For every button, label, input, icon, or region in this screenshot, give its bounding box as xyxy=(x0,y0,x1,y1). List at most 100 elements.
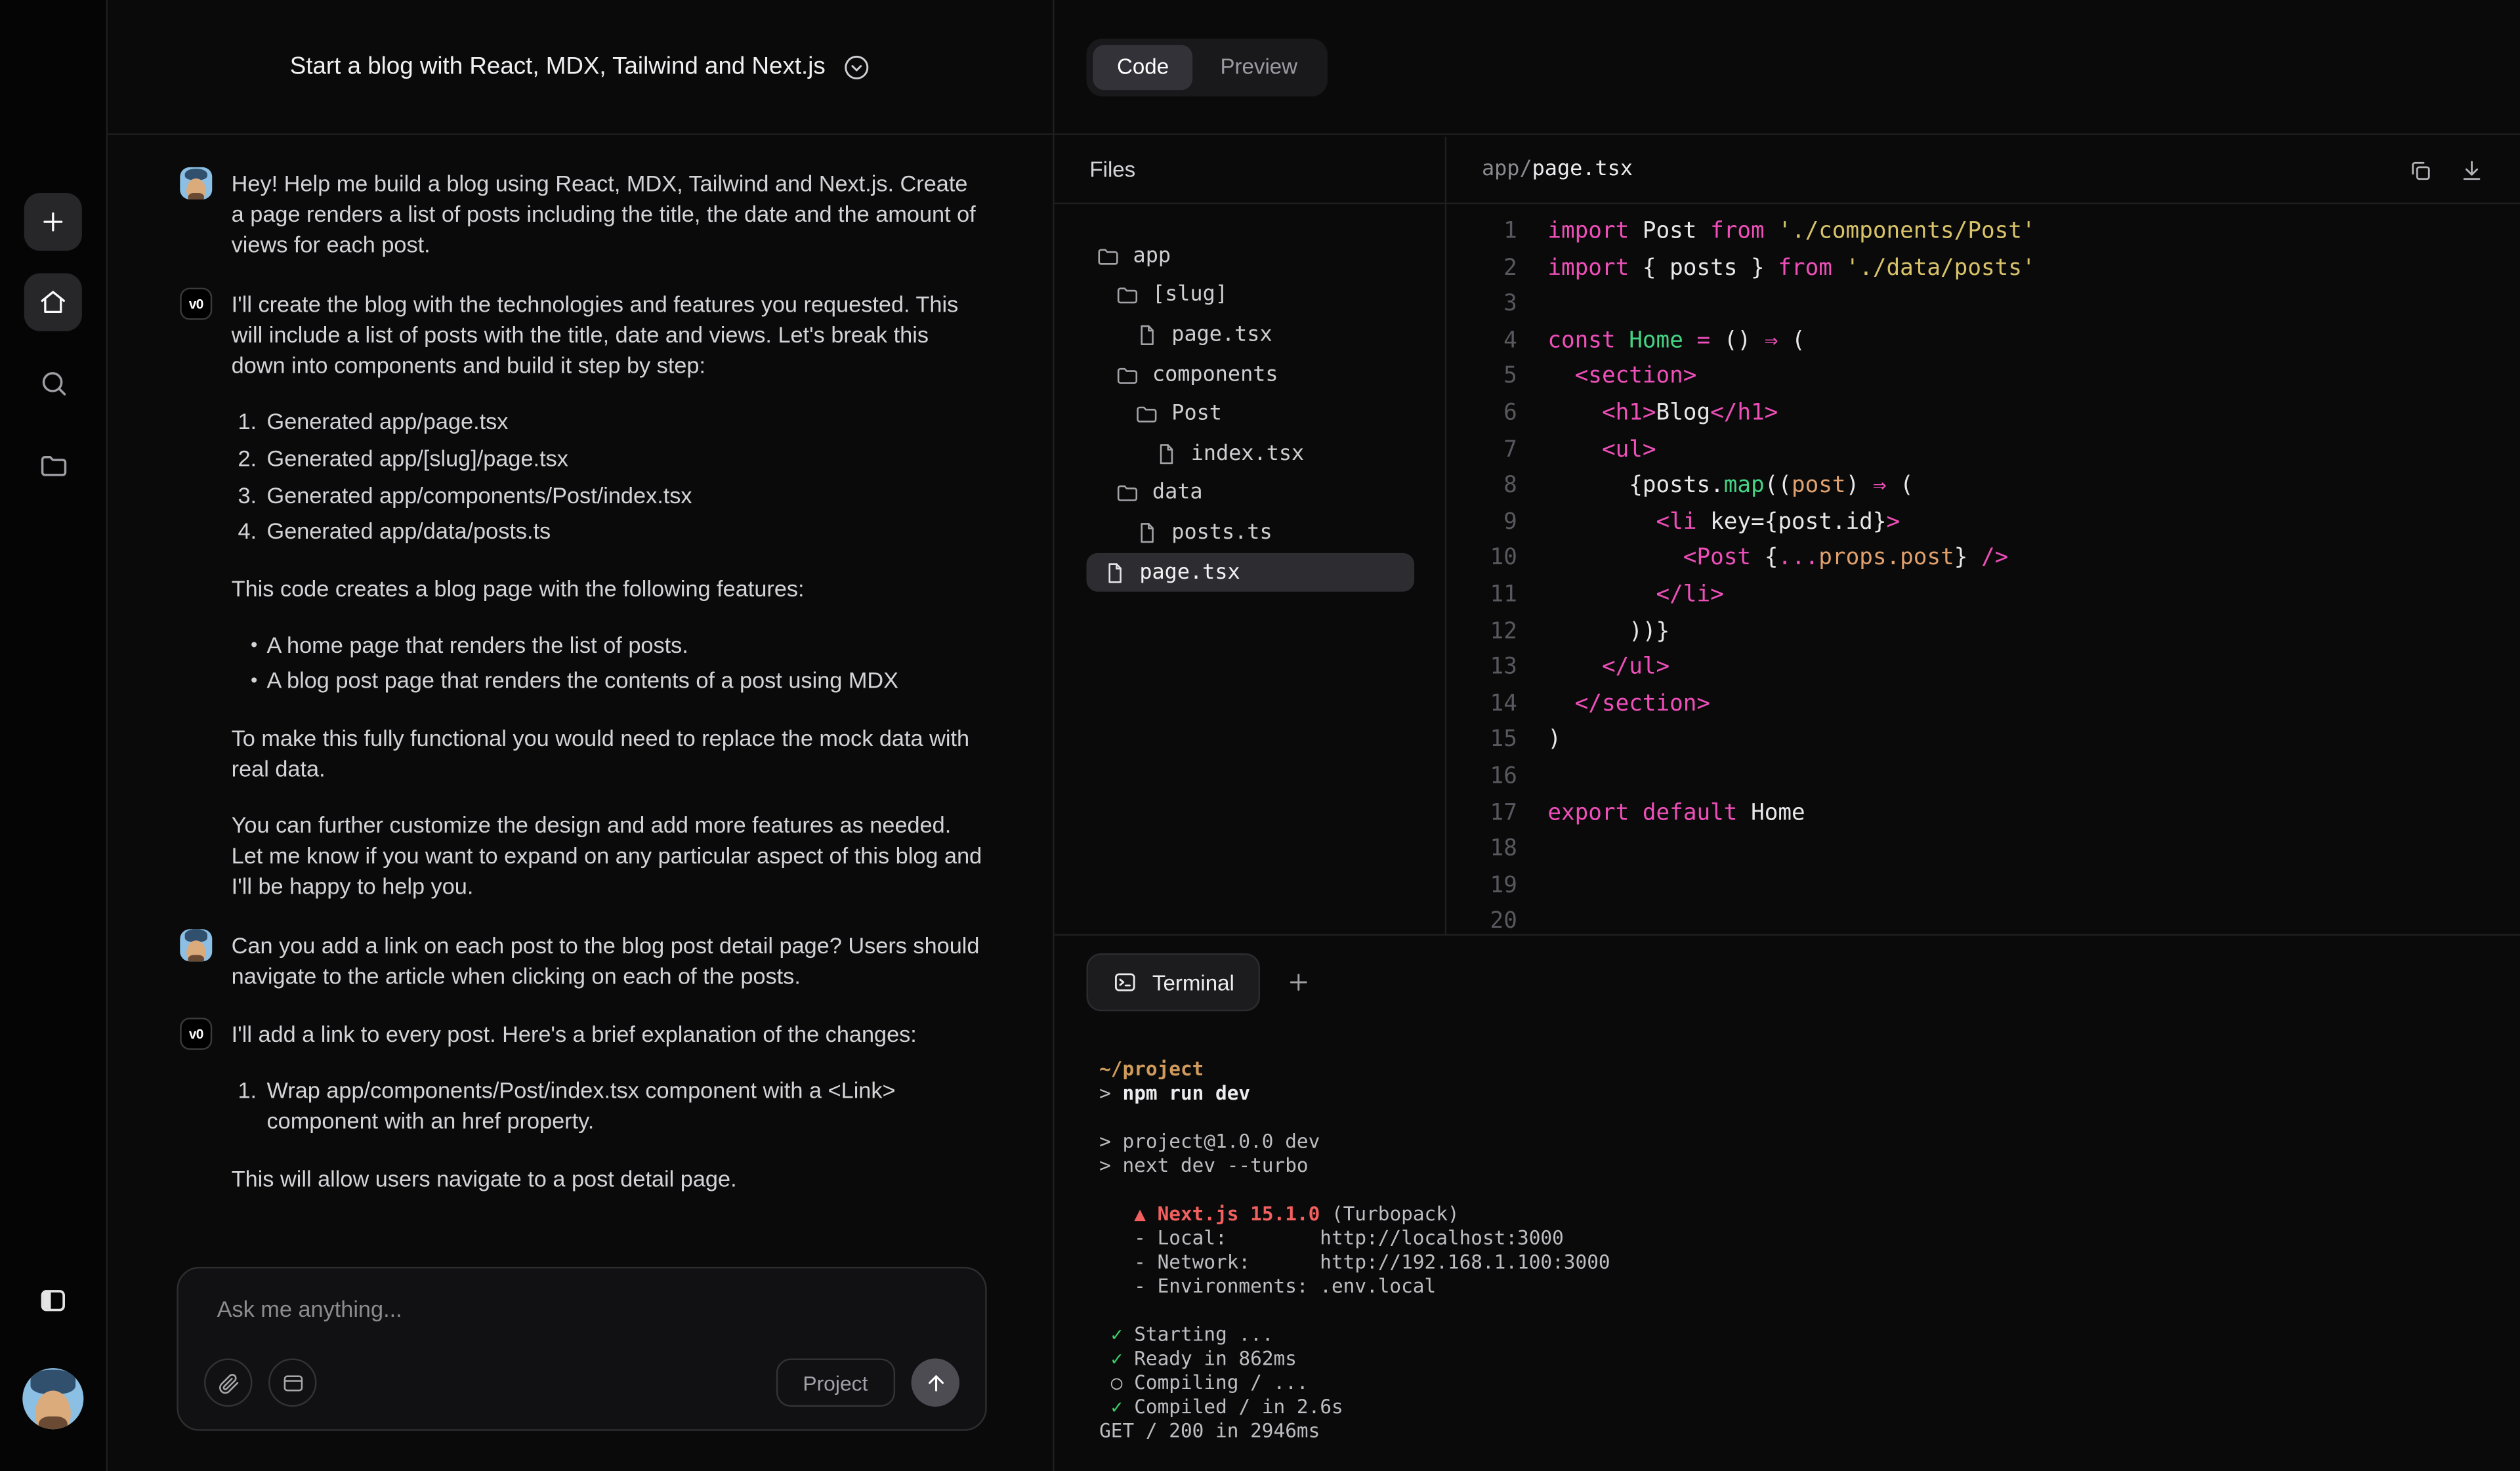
line-content xyxy=(1547,831,1561,867)
file-path-dir: app/ xyxy=(1482,157,1532,182)
sidebar-bottom xyxy=(22,1272,83,1471)
composer-toolbar: Project xyxy=(204,1358,959,1407)
message-content: I'll add a link to every post. Here's a … xyxy=(232,1018,986,1220)
chevron-down-circle-icon xyxy=(841,52,870,81)
ordered-list: 1.Wrap app/components/Post/index.tsx com… xyxy=(232,1076,986,1138)
code-line: 2import { posts } from './data/posts' xyxy=(1446,250,2520,286)
attach-file-button[interactable] xyxy=(204,1358,252,1407)
terminal-line: - Environments: .env.local xyxy=(1099,1275,2520,1299)
file-name: Post xyxy=(1171,402,1222,426)
chat-panel: Start a blog with React, MDX, Tailwind a… xyxy=(108,0,1054,1471)
send-message-button[interactable] xyxy=(912,1358,959,1407)
file-name: data xyxy=(1152,482,1203,506)
file-tree-item[interactable]: [slug] xyxy=(1087,276,1415,315)
code-line: 10 <Post {...props.post} /> xyxy=(1446,541,2520,577)
code-view: 1import Post from './components/Post'2im… xyxy=(1446,204,2520,932)
chat-message: v0I'll add a link to every post. Here's … xyxy=(180,1018,985,1220)
file-name: posts.ts xyxy=(1171,521,1272,545)
code-line: 20 xyxy=(1446,904,2520,932)
code-line: 17export default Home xyxy=(1446,795,2520,831)
copy-code-button[interactable] xyxy=(2408,157,2433,182)
page-scaler: Start a blog with React, MDX, Tailwind a… xyxy=(0,0,2520,1471)
code-line: 16 xyxy=(1446,758,2520,795)
paperclip-icon xyxy=(216,1371,240,1395)
line-content: const Home = () ⇒ ( xyxy=(1547,323,1805,359)
folder-icon xyxy=(1116,363,1140,387)
list-item: 1.Generated app/page.tsx xyxy=(232,407,986,438)
line-number: 19 xyxy=(1446,867,1517,903)
line-number: 17 xyxy=(1446,795,1517,831)
list-item-text: A home page that renders the list of pos… xyxy=(267,630,986,661)
terminal-output: ~/project> npm run dev > project@1.0.0 d… xyxy=(1055,1029,2520,1443)
panel-toggle-button[interactable] xyxy=(24,1272,82,1329)
message-paragraph: I'll add a link to every post. Here's a … xyxy=(232,1020,986,1050)
file-icon xyxy=(1135,521,1159,545)
terminal-line: > project@1.0.0 dev xyxy=(1099,1130,2520,1155)
chat-message: Hey! Help me build a blog using React, M… xyxy=(180,167,985,287)
list-item-text: Generated app/components/Post/index.tsx xyxy=(267,480,986,511)
line-content xyxy=(1547,867,1561,903)
line-content: import { posts } from './data/posts' xyxy=(1547,250,2035,286)
list-marker: 4. xyxy=(238,516,266,547)
file-tree-item[interactable]: Post xyxy=(1087,394,1415,434)
file-tree-item[interactable]: data xyxy=(1087,474,1415,513)
message-paragraph: This code creates a blog page with the f… xyxy=(232,573,986,604)
line-content: <ul> xyxy=(1547,432,1656,468)
file-tree-item[interactable]: page.tsx xyxy=(1087,316,1415,355)
tab-preview[interactable]: Preview xyxy=(1196,44,1322,89)
terminal-line: - Local: http://localhost:3000 xyxy=(1099,1227,2520,1251)
code-line: 18 xyxy=(1446,831,2520,867)
v0-app: Start a blog with React, MDX, Tailwind a… xyxy=(0,0,2520,1471)
file-tree-item[interactable]: app xyxy=(1087,236,1415,276)
new-terminal-button[interactable] xyxy=(1276,960,1322,1005)
file-icon xyxy=(1154,442,1178,466)
line-number: 7 xyxy=(1446,432,1517,468)
file-tree-item[interactable]: components xyxy=(1087,355,1415,394)
code-line: 5 <section> xyxy=(1446,359,2520,395)
home-button[interactable] xyxy=(24,274,82,331)
project-button[interactable]: Project xyxy=(776,1358,895,1407)
projects-button[interactable] xyxy=(24,436,82,493)
message-paragraph: I'll create the blog with the technologi… xyxy=(232,289,986,381)
app-sidebar xyxy=(0,0,108,1471)
folder-icon xyxy=(1116,283,1140,308)
file-icon xyxy=(1135,323,1159,347)
list-item: 1.Wrap app/components/Post/index.tsx com… xyxy=(232,1076,986,1138)
device-preview-button[interactable] xyxy=(268,1358,316,1407)
list-item: 3.Generated app/components/Post/index.ts… xyxy=(232,480,986,511)
terminal-line: > npm run dev xyxy=(1099,1082,2520,1106)
code-line: 14 </section> xyxy=(1446,686,2520,722)
line-content: ))} xyxy=(1547,613,1670,650)
chat-input[interactable]: Ask me anything... xyxy=(217,1296,954,1321)
avatar-face xyxy=(35,1390,72,1430)
file-tree-item[interactable]: index.tsx xyxy=(1087,434,1415,473)
chat-title-menu[interactable] xyxy=(841,52,870,81)
code-line: 7 <ul> xyxy=(1446,432,2520,468)
line-number: 12 xyxy=(1446,613,1517,650)
file-name: app xyxy=(1133,244,1171,268)
editor-header: app/page.tsx xyxy=(1446,136,2520,204)
tab-code[interactable]: Code xyxy=(1093,44,1193,89)
file-tree-item[interactable]: page.tsx xyxy=(1087,552,1415,592)
plus-icon xyxy=(39,207,68,236)
file-name: page.tsx xyxy=(1171,323,1272,347)
download-code-button[interactable] xyxy=(2459,157,2485,182)
message-content: Can you add a link on each post to the b… xyxy=(232,928,986,1018)
file-icon xyxy=(1102,560,1127,585)
message-paragraph: This will allow users navigate to a post… xyxy=(232,1163,986,1194)
new-chat-button[interactable] xyxy=(24,193,82,251)
list-item-text: A blog post page that renders the conten… xyxy=(267,666,986,697)
user-account-avatar[interactable] xyxy=(22,1368,83,1429)
editor-panel: app/page.tsx 1import Post from './compon… xyxy=(1446,136,2520,934)
file-tree-item[interactable]: posts.ts xyxy=(1087,513,1415,552)
terminal-tab[interactable]: Terminal xyxy=(1087,953,1261,1011)
line-content: {posts.map((post) ⇒ ( xyxy=(1547,468,1913,504)
search-button[interactable] xyxy=(24,354,82,411)
file-icon xyxy=(1135,521,1159,545)
line-content: <h1>Blog</h1> xyxy=(1547,396,1778,432)
terminal-line: ○ Compiling / ... xyxy=(1099,1371,2520,1396)
line-number: 3 xyxy=(1446,287,1517,323)
line-number: 20 xyxy=(1446,904,1517,932)
browser-window-icon xyxy=(280,1371,304,1395)
list-item: 2.Generated app/[slug]/page.tsx xyxy=(232,444,986,474)
